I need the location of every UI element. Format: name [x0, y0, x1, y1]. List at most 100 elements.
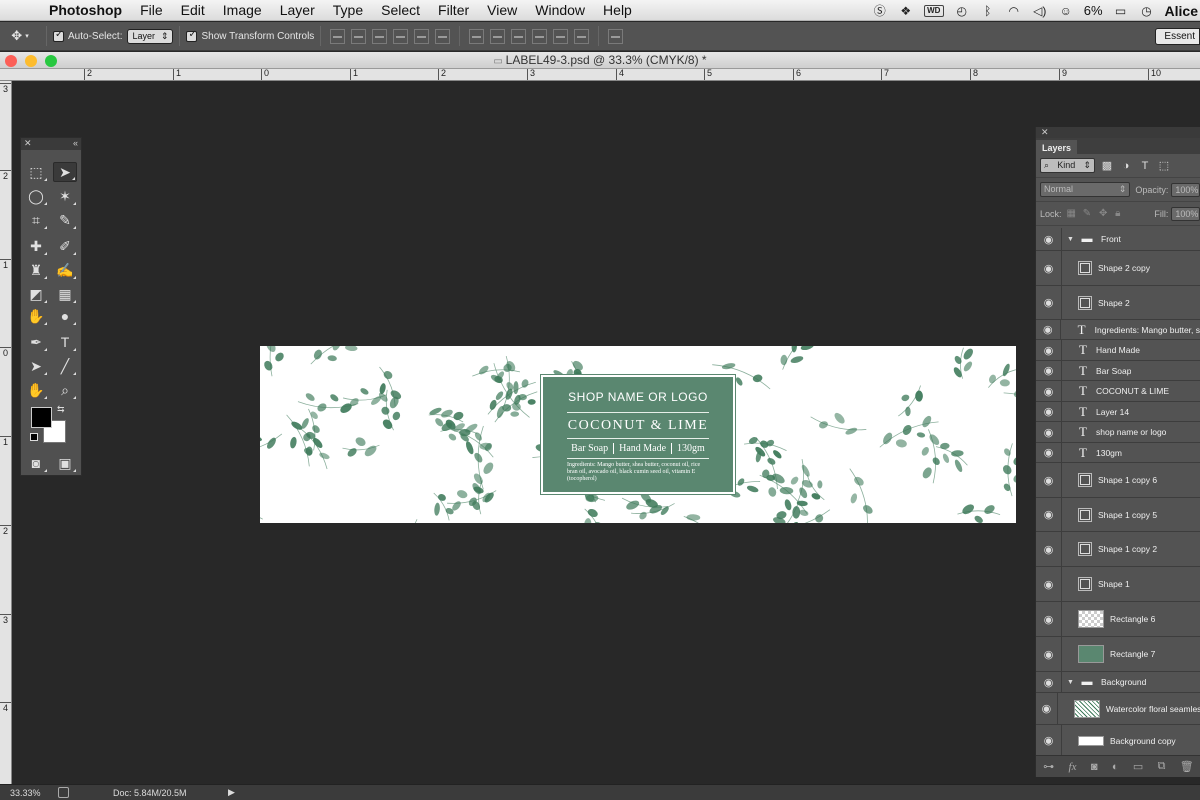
show-transform-checkbox[interactable] — [186, 29, 198, 42]
marquee-tool-icon[interactable]: ⬚ — [24, 162, 48, 182]
layer-row[interactable]: ◉ T Ingredients: Mango butter, s... — [1036, 320, 1200, 340]
workspace-switcher[interactable]: Essent — [1155, 28, 1200, 45]
disclosure-triangle-icon[interactable]: ▼ — [1067, 236, 1075, 243]
layer-row[interactable]: ◉ T Hand Made — [1036, 340, 1200, 361]
link-layers-icon[interactable]: ⊶ — [1043, 760, 1054, 773]
lasso-tool-icon[interactable]: ◯ — [24, 186, 48, 206]
visibility-eye-icon[interactable]: ◉ — [1036, 567, 1062, 601]
align-vcenter-button[interactable] — [351, 28, 367, 44]
layer-row[interactable]: ◉ Shape 2 copy — [1036, 251, 1200, 286]
kind-filter-dropdown[interactable]: ⌕ Kind ⇕ — [1040, 158, 1095, 173]
menu-type[interactable]: Type — [324, 2, 372, 18]
dodge-tool-icon[interactable]: ● — [53, 306, 77, 326]
menu-edit[interactable]: Edit — [172, 2, 214, 18]
tool-preset-picker[interactable]: ✥ ▾ — [0, 28, 40, 44]
canvas-label-artwork[interactable]: SHOP NAME OR LOGO COCONUT & LIME Bar Soa… — [260, 346, 1016, 523]
visibility-eye-icon[interactable]: ◉ — [1036, 672, 1062, 692]
close-icon[interactable]: ✕ — [24, 138, 32, 149]
layer-row[interactable]: ◉ Rectangle 6 — [1036, 602, 1200, 637]
crop-tool-icon[interactable]: ⌗ — [24, 210, 48, 230]
menu-select[interactable]: Select — [372, 2, 429, 18]
layer-row[interactable]: ◉ T Bar Soap — [1036, 361, 1200, 381]
time-machine-icon[interactable]: ◴ — [954, 4, 970, 18]
clone-stamp-tool-icon[interactable]: ♜ — [24, 260, 48, 280]
type-filter-icon[interactable]: T — [1138, 159, 1152, 173]
opacity-input[interactable]: 100% — [1171, 182, 1200, 197]
align-left-button[interactable] — [393, 28, 409, 44]
visibility-eye-icon[interactable]: ◉ — [1036, 693, 1058, 724]
layer-row[interactable]: ◉ T Layer 14 — [1036, 402, 1200, 422]
auto-select-dropdown[interactable]: Layer ⇕ — [127, 28, 174, 44]
horizontal-ruler[interactable]: 2 1 0 1 2 3 4 5 6 7 8 9 10 — [0, 69, 1200, 81]
vertical-ruler[interactable]: 3 2 1 0 1 2 3 4 — [0, 81, 12, 784]
distribute-vcenter-button[interactable] — [490, 28, 506, 44]
pen-tool-icon[interactable]: ✒ — [24, 332, 48, 352]
layer-row[interactable]: ◉ T COCONUT & LIME — [1036, 381, 1200, 402]
battery-percent[interactable]: 6% — [1084, 3, 1103, 18]
layer-row[interactable]: ◉ ▼ ▬ Front — [1036, 228, 1200, 251]
adjustment-layer-icon[interactable]: ◐ — [1112, 761, 1119, 773]
foreground-color-swatch[interactable] — [31, 407, 52, 428]
tools-panel-header[interactable]: ✕ « — [21, 138, 81, 150]
visibility-eye-icon[interactable]: ◉ — [1036, 532, 1062, 566]
default-colors-icon[interactable] — [30, 433, 38, 441]
layer-row[interactable]: ◉ Shape 1 — [1036, 567, 1200, 602]
tab-layers[interactable]: Layers — [1036, 140, 1078, 156]
lock-all-icon[interactable]: 🔒︎ — [1115, 208, 1126, 219]
auto-align-button[interactable] — [608, 28, 624, 44]
menu-image[interactable]: Image — [214, 2, 271, 18]
layer-row[interactable]: ◉ Background copy — [1036, 725, 1200, 757]
wd-icon[interactable]: WD — [923, 4, 944, 17]
visibility-eye-icon[interactable]: ◉ — [1036, 602, 1062, 636]
new-layer-icon[interactable]: ⧉ — [1158, 760, 1166, 773]
adjustment-filter-icon[interactable]: ◑ — [1119, 159, 1133, 173]
export-icon[interactable] — [58, 787, 69, 798]
visibility-eye-icon[interactable]: ◉ — [1036, 381, 1062, 401]
menu-window[interactable]: Window — [526, 2, 594, 18]
menu-app-name[interactable]: Photoshop — [40, 2, 131, 18]
hand-tool-icon[interactable]: ✋ — [24, 380, 48, 400]
status-menu-arrow-icon[interactable]: ▶ — [228, 787, 235, 798]
distribute-top-button[interactable] — [469, 28, 485, 44]
history-brush-tool-icon[interactable]: ✍ — [53, 260, 77, 280]
swap-colors-icon[interactable]: ⇆ — [57, 404, 65, 415]
line-tool-icon[interactable]: ╱ — [53, 356, 77, 376]
new-group-icon[interactable]: ▭ — [1133, 760, 1143, 773]
eyedropper-tool-icon[interactable]: ✎ — [53, 210, 77, 230]
visibility-eye-icon[interactable]: ◉ — [1036, 361, 1062, 380]
distribute-left-button[interactable] — [532, 28, 548, 44]
gradient-tool-icon[interactable]: ▦ — [53, 284, 77, 304]
skype-icon[interactable]: Ⓢ — [872, 4, 888, 18]
dropbox-icon[interactable]: ❖ — [898, 4, 914, 18]
collapse-icon[interactable]: « — [73, 138, 78, 148]
visibility-eye-icon[interactable]: ◉ — [1036, 286, 1062, 319]
align-hcenter-button[interactable] — [414, 28, 430, 44]
healing-brush-tool-icon[interactable]: ✚ — [24, 236, 48, 256]
layer-row[interactable]: ◉ Watercolor floral seamless p... — [1036, 693, 1200, 725]
image-filter-icon[interactable]: ▩ — [1100, 159, 1114, 173]
shape-filter-icon[interactable]: ⬚ — [1157, 159, 1171, 173]
visibility-eye-icon[interactable]: ◉ — [1036, 463, 1062, 497]
blend-mode-dropdown[interactable]: Normal ⇕ — [1040, 182, 1131, 197]
fill-input[interactable]: 100% — [1171, 206, 1200, 221]
disclosure-triangle-icon[interactable]: ▼ — [1067, 679, 1075, 686]
visibility-eye-icon[interactable]: ◉ — [1036, 320, 1061, 339]
user-menu[interactable]: Alice — [1165, 3, 1198, 19]
brush-tool-icon[interactable]: ✐ — [53, 236, 77, 256]
layer-row[interactable]: ◉ Rectangle 7 — [1036, 637, 1200, 672]
smudge-tool-icon[interactable]: ✋ — [24, 306, 48, 326]
wifi-icon[interactable]: ◠ — [1006, 4, 1022, 18]
layers-panel-header[interactable]: ✕ — [1036, 127, 1200, 138]
menu-view[interactable]: View — [478, 2, 526, 18]
auto-select-checkbox[interactable] — [53, 29, 64, 42]
visibility-eye-icon[interactable]: ◉ — [1036, 251, 1062, 285]
bluetooth-icon[interactable]: ᛒ — [980, 4, 996, 18]
screen-mode-icon[interactable]: ▣ — [53, 453, 77, 473]
layer-row[interactable]: ◉ Shape 1 copy 6 — [1036, 463, 1200, 498]
eraser-tool-icon[interactable]: ◩ — [24, 284, 48, 304]
volume-icon[interactable]: ◁) — [1032, 4, 1048, 18]
layer-row[interactable]: ◉ T 130gm — [1036, 443, 1200, 463]
menu-filter[interactable]: Filter — [429, 2, 478, 18]
close-icon[interactable]: ✕ — [1041, 127, 1049, 137]
lock-transparent-icon[interactable]: ▦ — [1067, 208, 1078, 219]
